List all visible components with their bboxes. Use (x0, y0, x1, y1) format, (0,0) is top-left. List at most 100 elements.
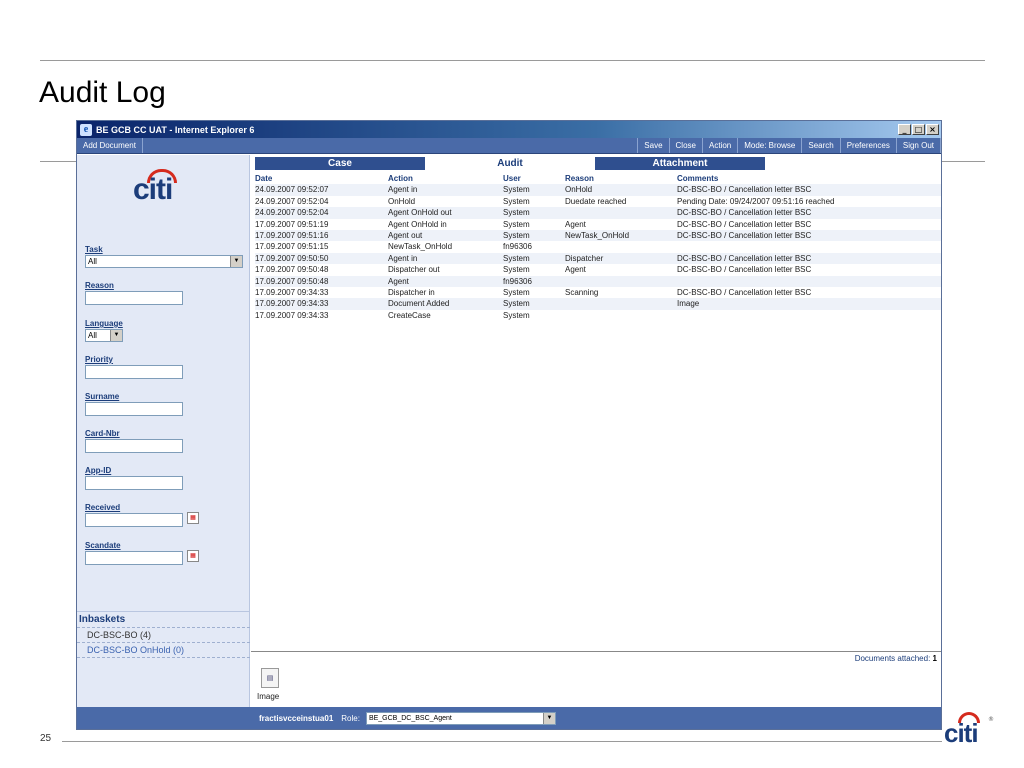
cell-comments: DC-BSC-BO / Cancellation letter BSC (677, 230, 812, 240)
window-titlebar[interactable]: e BE GCB CC UAT - Internet Explorer 6 _ … (77, 121, 941, 138)
cell-action: Document Added (388, 299, 450, 309)
cell-action: OnHold (388, 196, 416, 206)
minimize-button[interactable]: _ (898, 124, 911, 135)
received-row: ▦ (85, 512, 199, 527)
cell-reason: Dispatcher (565, 253, 604, 263)
documents-attached: Documents attached: 1 (855, 654, 937, 663)
column-header-reason[interactable]: Reason (565, 173, 677, 184)
top-rule (40, 60, 985, 61)
add-document-button[interactable]: Add Document (77, 138, 143, 153)
tab-attachment[interactable]: Attachment (595, 157, 765, 170)
column-header-user[interactable]: User (503, 173, 565, 184)
cell-date: 24.09.2007 09:52:04 (255, 196, 329, 206)
table-row[interactable]: 17.09.2007 09:51:16 Agent out System NewTas… (255, 229, 941, 242)
app-id-input[interactable] (85, 476, 183, 490)
cell-date: 17.09.2007 09:51:19 (255, 219, 329, 229)
cell-action: Dispatcher out (388, 265, 440, 275)
role-select[interactable]: BE_GCB_DC_BSC_Agent ▼ (365, 711, 556, 725)
citi-wordmark: citi (133, 173, 173, 206)
cell-reason (565, 241, 677, 252)
image-document-label[interactable]: Image (257, 692, 279, 701)
chevron-down-icon[interactable]: ▼ (110, 330, 122, 341)
cell-date: 17.09.2007 09:34:33 (255, 299, 329, 309)
tab-bar: Case Audit Attachment (255, 157, 765, 170)
cell-comments: DC-BSC-BO / Cancellation letter BSC (677, 265, 812, 275)
cell-action: CreateCase (388, 310, 431, 320)
task-field: Task All ▼ (85, 245, 243, 268)
main-panel: Case Audit Attachment Date Action User R… (251, 155, 941, 707)
cell-date: 17.09.2007 09:50:48 (255, 276, 329, 286)
sign-out-button[interactable]: Sign Out (897, 138, 941, 153)
mode-button[interactable]: Mode: Browse (738, 138, 803, 153)
app-id-field: App-ID (85, 466, 183, 490)
cell-user: System (503, 265, 530, 275)
calendar-icon[interactable]: ▦ (187, 512, 199, 524)
column-header-action[interactable]: Action (388, 173, 503, 184)
divider-left (40, 161, 76, 162)
attachments-panel: Documents attached: 1 ▤ Image (251, 651, 941, 709)
language-value: All (88, 331, 97, 340)
cell-user: System (503, 219, 530, 229)
reason-input[interactable] (85, 291, 183, 305)
table-row[interactable]: 17.09.2007 09:50:50 Agent in System Dispatc… (255, 252, 941, 265)
inbasket-item[interactable]: DC-BSC-BO OnHold (0) (77, 643, 250, 658)
cell-reason (565, 310, 677, 321)
close-button[interactable]: Close (670, 138, 703, 153)
current-user: fractisvcceinstua01 (259, 713, 334, 723)
cell-date: 17.09.2007 09:34:33 (255, 310, 329, 320)
cell-comments (677, 241, 941, 252)
scandate-row: ▦ (85, 550, 199, 565)
cell-action: Agent out (388, 230, 423, 240)
priority-field: Priority (85, 355, 183, 379)
table-row[interactable]: 17.09.2007 09:51:19 Agent OnHold in System… (255, 219, 941, 230)
calendar-icon[interactable]: ▦ (187, 550, 199, 562)
priority-label: Priority (85, 355, 114, 364)
table-row[interactable]: 24.09.2007 09:52:07 Agent in System OnHold D… (255, 184, 941, 196)
documents-attached-label: Documents attached: (854, 654, 931, 663)
save-button[interactable]: Save (637, 138, 670, 153)
table-row[interactable]: 24.09.2007 09:52:04 Agent OnHold out Syste… (255, 207, 941, 219)
table-row[interactable]: 17.09.2007 09:34:33 Dispatcher in System Sc… (255, 287, 941, 298)
chevron-down-icon[interactable]: ▼ (542, 712, 555, 724)
window-title: BE GCB CC UAT - Internet Explorer 6 (96, 124, 255, 135)
table-row[interactable]: 17.09.2007 09:34:33 Document Added System I… (255, 298, 941, 310)
inbasket-item[interactable]: DC-BSC-BO (4) (77, 628, 250, 643)
table-row[interactable]: 17.09.2007 09:50:48 Agent fn96306 (255, 275, 941, 287)
cell-date: 24.09.2007 09:52:07 (255, 185, 329, 195)
cell-user: System (503, 299, 530, 309)
card-nbr-input[interactable] (85, 439, 183, 453)
divider-right (941, 161, 985, 162)
cell-action: NewTask_OnHold (388, 242, 453, 252)
chevron-down-icon[interactable]: ▼ (230, 256, 242, 267)
table-row[interactable]: 24.09.2007 09:52:04 OnHold System Duedate r… (255, 196, 941, 207)
action-button[interactable]: Action (703, 138, 739, 153)
cell-comments: Image (677, 299, 700, 309)
language-select[interactable]: All ▼ (85, 329, 123, 342)
received-input[interactable] (85, 513, 183, 527)
table-row[interactable]: 17.09.2007 09:34:33 CreateCase System (255, 310, 941, 321)
search-button[interactable]: Search (802, 138, 841, 153)
priority-input[interactable] (85, 365, 183, 379)
scandate-input[interactable] (85, 551, 183, 565)
language-label: Language (85, 319, 123, 328)
role-label: Role: (341, 713, 360, 723)
surname-input[interactable] (85, 402, 183, 416)
slide: Audit Log e BE GCB CC UAT - Internet Exp… (0, 0, 1024, 768)
role-value: BE_GCB_DC_BSC_Agent (368, 714, 452, 722)
citi-logo: citi (123, 167, 193, 207)
status-bar: fractisvcceinstua01 Role: BE_GCB_DC_BSC_… (77, 707, 941, 729)
table-row[interactable]: 17.09.2007 09:51:15 NewTask_OnHold fn96306 (255, 241, 941, 252)
cell-action: Agent OnHold in (388, 219, 447, 229)
tab-audit[interactable]: Audit (425, 157, 595, 170)
task-select[interactable]: All ▼ (85, 255, 243, 268)
cell-reason: Duedate reached (565, 196, 627, 206)
cell-comments (677, 310, 941, 321)
column-header-date[interactable]: Date (255, 173, 388, 184)
close-window-button[interactable]: × (926, 124, 939, 135)
preferences-button[interactable]: Preferences (841, 138, 897, 153)
maximize-button[interactable]: □ (912, 124, 925, 135)
column-header-comments[interactable]: Comments (677, 173, 941, 184)
tab-case[interactable]: Case (255, 157, 425, 170)
table-row[interactable]: 17.09.2007 09:50:48 Dispatcher out System A… (255, 264, 941, 275)
image-document-icon[interactable]: ▤ (261, 668, 279, 688)
